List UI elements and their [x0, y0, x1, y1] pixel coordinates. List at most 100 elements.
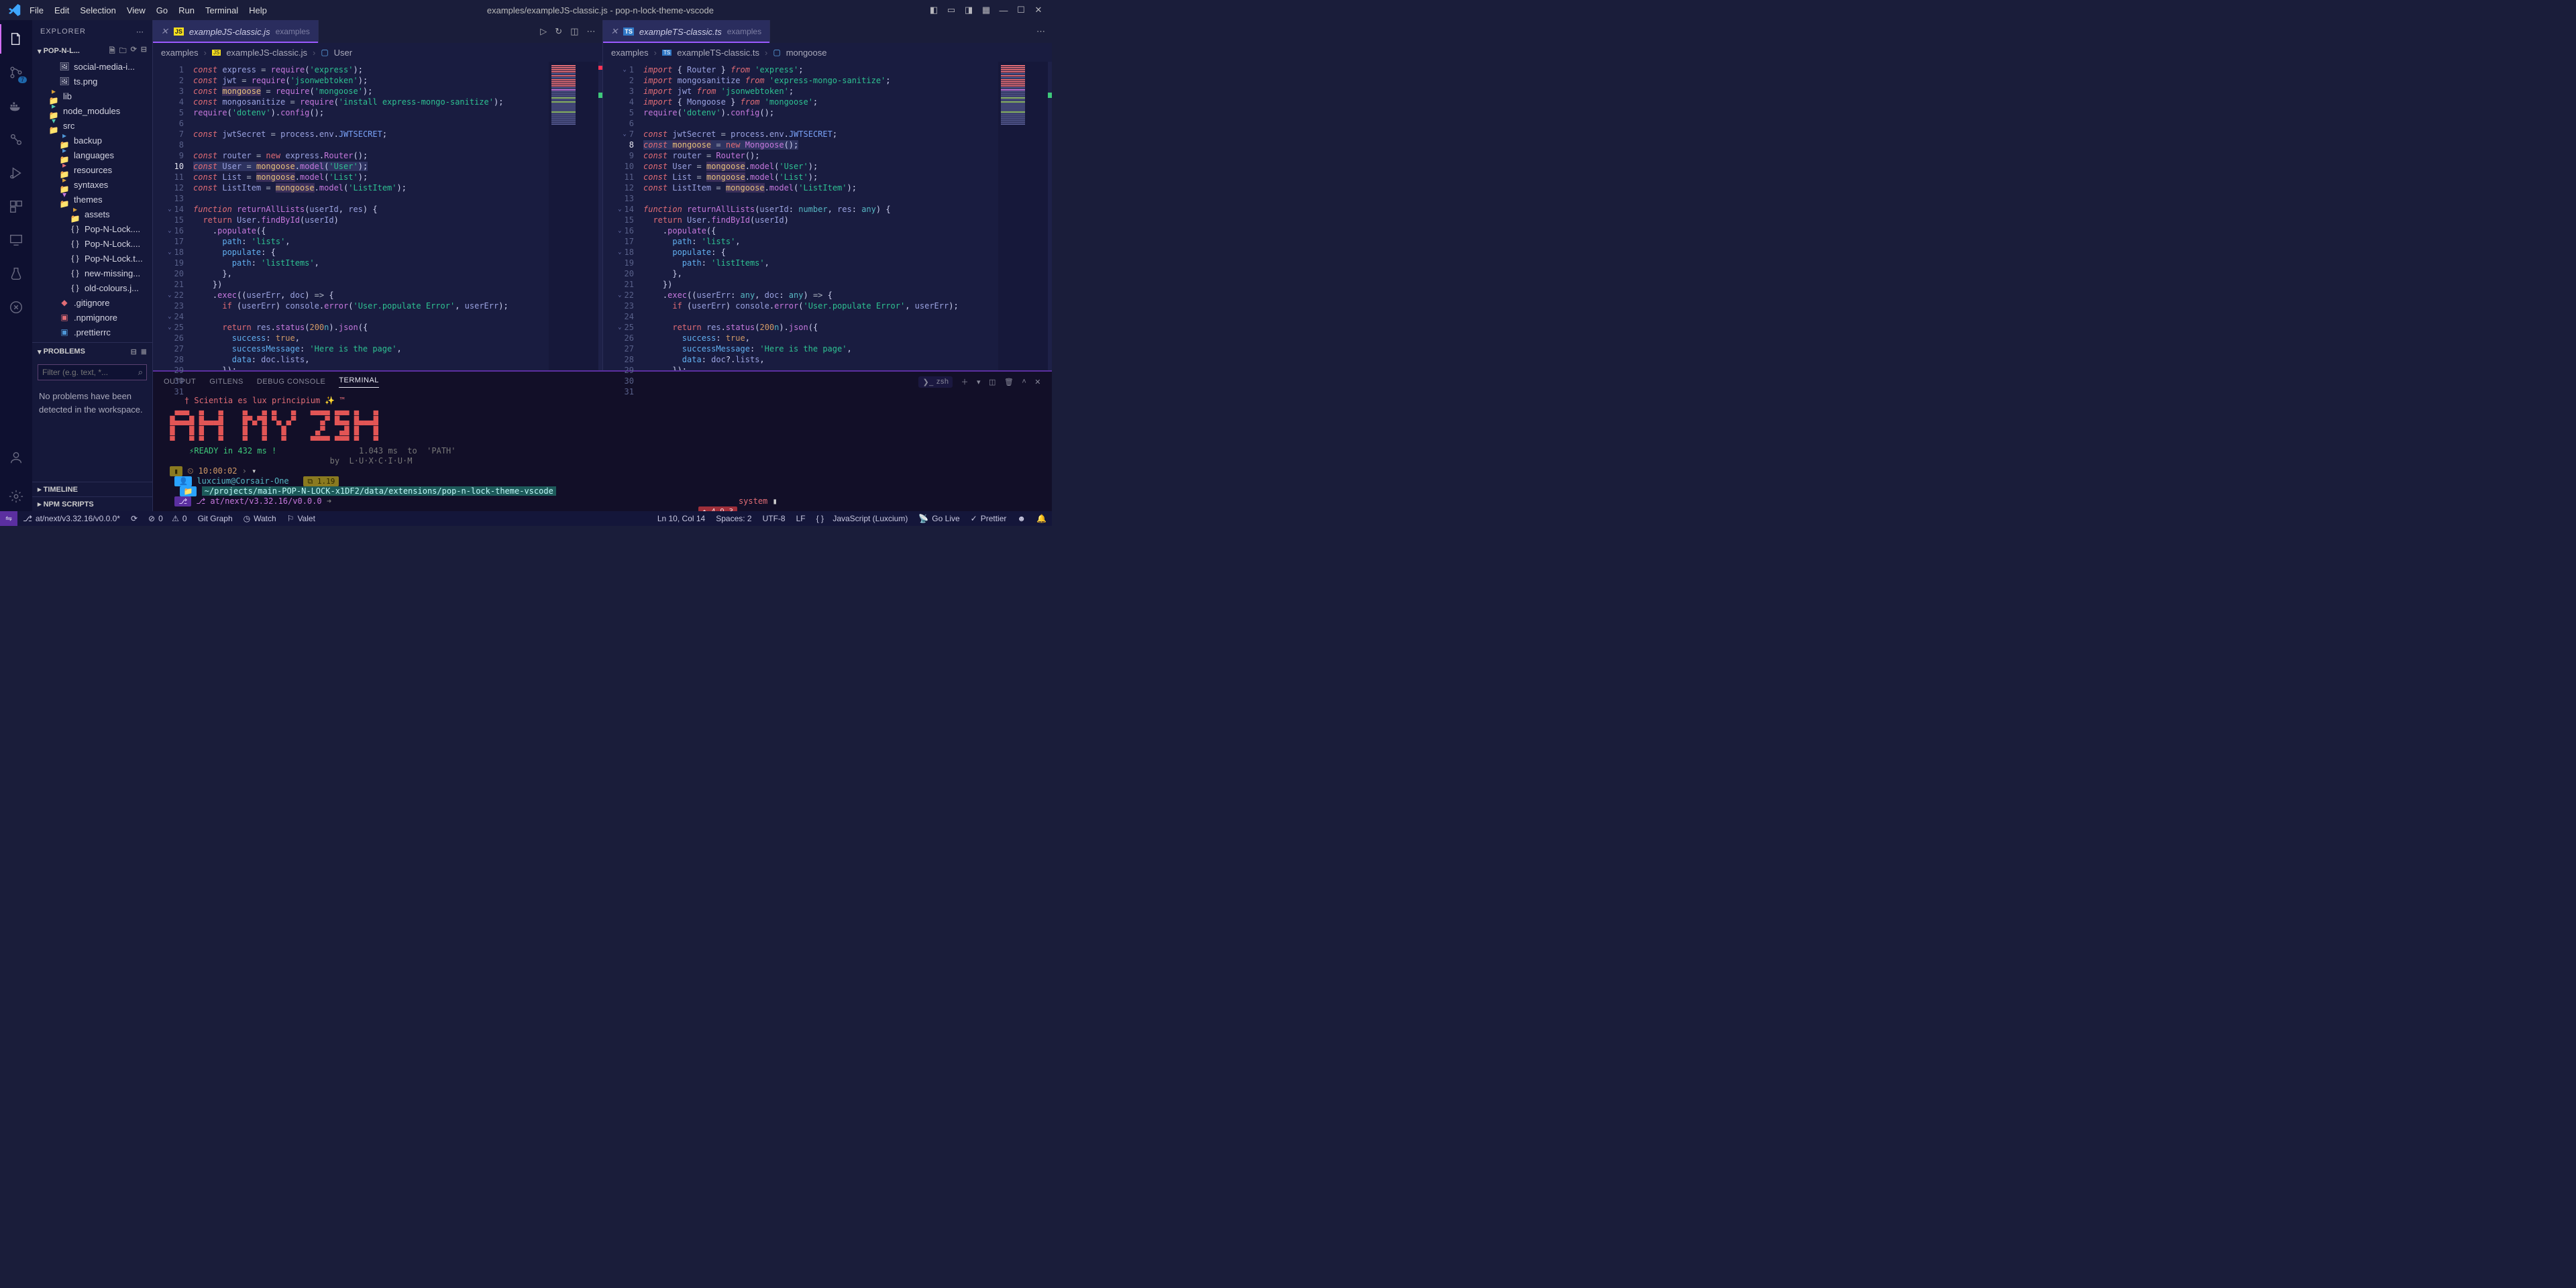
activity-settings-icon[interactable]	[0, 482, 32, 511]
new-terminal-icon[interactable]: ＋	[961, 376, 969, 387]
remote-indicator[interactable]: ⇋	[0, 511, 17, 526]
status-cursor[interactable]: Ln 10, Col 14	[652, 514, 710, 523]
layout-toggle-panel-icon[interactable]: ▭	[946, 5, 957, 15]
tree-item[interactable]: ▾ 📁src	[32, 118, 152, 133]
filter-icon[interactable]: ⌕	[138, 367, 143, 378]
tree-item[interactable]: { }old-colours.j...	[32, 280, 152, 295]
activity-docker-icon[interactable]	[0, 91, 32, 121]
new-folder-icon[interactable]: 🗀	[119, 45, 127, 58]
status-spaces[interactable]: Spaces: 2	[710, 514, 757, 523]
chevron-down-icon[interactable]: ▾	[38, 347, 42, 356]
activity-live-share-icon[interactable]	[0, 292, 32, 322]
status-sync[interactable]: ⟳	[125, 514, 143, 523]
tree-item[interactable]: ▸ 📁assets	[32, 207, 152, 221]
activity-extensions-icon[interactable]	[0, 192, 32, 221]
panel-tab-gitlens[interactable]: GITLENS	[209, 378, 244, 386]
run-icon[interactable]: ▷	[540, 26, 547, 37]
status-encoding[interactable]: UTF-8	[757, 514, 791, 523]
new-file-icon[interactable]: 🗎	[109, 45, 115, 58]
status-golive[interactable]: 📡Go Live	[913, 514, 965, 523]
explorer-more-icon[interactable]: ⋯	[136, 28, 144, 36]
split-terminal-icon[interactable]: ◫	[989, 378, 996, 386]
activity-github-actions-icon[interactable]	[0, 125, 32, 154]
status-prettier[interactable]: ✓Prettier	[965, 514, 1012, 523]
menu-selection[interactable]: Selection	[74, 5, 121, 15]
activity-remote-explorer-icon[interactable]	[0, 225, 32, 255]
tree-item[interactable]: 🖼social-media-i...	[32, 59, 152, 74]
kill-terminal-icon[interactable]: 🗑	[1004, 378, 1014, 386]
status-problems[interactable]: ⊘0 ⚠0	[143, 514, 193, 523]
menu-file[interactable]: File	[24, 5, 49, 15]
status-feedback-icon[interactable]: ☻	[1012, 514, 1031, 523]
menu-help[interactable]: Help	[244, 5, 272, 15]
refresh-icon[interactable]: ⟳	[131, 45, 137, 58]
collapse-all-icon[interactable]: ⊟	[141, 45, 147, 58]
tree-item[interactable]: ▾ 📁themes	[32, 192, 152, 207]
tree-item[interactable]: ▣.prettierrc	[32, 325, 152, 339]
branch-icon: ⎇	[23, 514, 32, 523]
tree-item[interactable]: ▣.npmignore	[32, 310, 152, 325]
collapse-icon[interactable]: ⊟	[131, 347, 137, 356]
tree-item[interactable]: ▸ 📁resources	[32, 162, 152, 177]
status-gitgraph[interactable]: Git Graph	[193, 514, 238, 523]
status-bell-icon[interactable]: 🔔	[1031, 514, 1052, 523]
close-panel-icon[interactable]: ✕	[1034, 378, 1041, 386]
menu-edit[interactable]: Edit	[49, 5, 74, 15]
status-valet[interactable]: ⚐Valet	[282, 514, 321, 523]
status-watch[interactable]: ◷Watch	[238, 514, 282, 523]
window-minimize-icon[interactable]: —	[998, 5, 1009, 15]
tree-item[interactable]: ▸ 📁syntaxes	[32, 177, 152, 192]
terminal-dropdown-icon[interactable]: ▾	[977, 378, 981, 386]
tab-close-icon[interactable]: ✕	[161, 26, 168, 37]
status-branch[interactable]: ⎇at/next/v3.32.16/v0.0.0*	[17, 514, 125, 523]
minimap-right[interactable]	[998, 62, 1052, 370]
menu-terminal[interactable]: Terminal	[200, 5, 244, 15]
problems-filter-input[interactable]	[38, 364, 147, 380]
activity-source-control-icon[interactable]: 7	[0, 58, 32, 87]
panel-tab-terminal[interactable]: TERMINAL	[339, 376, 379, 388]
split-editor-icon[interactable]: ◫	[570, 26, 578, 37]
terminal-shell-selector[interactable]: ❯_zsh	[918, 376, 953, 388]
section-npm-scripts[interactable]: ▸ NPM SCRIPTS	[32, 496, 152, 511]
breadcrumbs-left[interactable]: examples› JS exampleJS-classic.js› ▢ Use…	[153, 43, 602, 62]
breadcrumbs-right[interactable]: examples› TS exampleTS-classic.ts› ▢ mon…	[603, 43, 1052, 62]
tree-item[interactable]: ▸ 📁languages	[32, 148, 152, 162]
activity-testing-icon[interactable]	[0, 259, 32, 288]
panel-tab-debug-console[interactable]: DEBUG CONSOLE	[257, 378, 325, 386]
status-eol[interactable]: LF	[791, 514, 811, 523]
minimap-left[interactable]	[549, 62, 602, 370]
layout-toggle-primary-icon[interactable]: ◧	[928, 5, 939, 15]
debug-rerun-icon[interactable]: ↻	[555, 26, 562, 37]
menu-view[interactable]: View	[121, 5, 151, 15]
activity-account-icon[interactable]	[0, 443, 32, 472]
tab-example-js[interactable]: ✕ JS exampleJS-classic.js examples	[153, 20, 319, 43]
activity-debug-icon[interactable]	[0, 158, 32, 188]
window-close-icon[interactable]: ✕	[1033, 5, 1044, 15]
tree-item[interactable]: { }new-missing...	[32, 266, 152, 280]
terminal-content[interactable]: † Scientia es lux principium ✨ ™ ▄▄▄ ▄ ▄…	[153, 392, 1052, 511]
chevron-down-icon[interactable]: ▾	[38, 47, 42, 56]
error-icon: ⊘	[148, 514, 155, 523]
window-maximize-icon[interactable]: ☐	[1016, 5, 1026, 15]
more-actions-icon[interactable]: ⋯	[1036, 26, 1045, 37]
section-timeline[interactable]: ▸ TIMELINE	[32, 482, 152, 496]
layout-toggle-secondary-icon[interactable]: ◨	[963, 5, 974, 15]
tree-item[interactable]: ◆.gitignore	[32, 295, 152, 310]
maximize-panel-icon[interactable]: ˄	[1022, 378, 1026, 386]
menu-go[interactable]: Go	[151, 5, 173, 15]
tab-example-ts[interactable]: ✕ TS exampleTS-classic.ts examples	[603, 20, 771, 43]
tree-item[interactable]: { }Pop-N-Lock....	[32, 221, 152, 236]
tree-item[interactable]: { }Pop-N-Lock.t...	[32, 251, 152, 266]
view-as-list-icon[interactable]: ≣	[141, 347, 147, 356]
tree-item[interactable]: { }Pop-N-Lock....	[32, 236, 152, 251]
more-actions-icon[interactable]: ⋯	[587, 26, 596, 37]
tree-item[interactable]: ▸ 📁backup	[32, 133, 152, 148]
editor-pane-right: examples› TS exampleTS-classic.ts› ▢ mon…	[602, 43, 1052, 370]
menu-run[interactable]: Run	[173, 5, 200, 15]
code-left[interactable]: const express = require('express'); cons…	[189, 62, 549, 370]
status-language[interactable]: { } JavaScript (Luxcium)	[811, 514, 914, 523]
activity-explorer-icon[interactable]	[0, 24, 32, 54]
code-right[interactable]: import { Router } from 'express'; import…	[639, 62, 998, 370]
tab-close-icon[interactable]: ✕	[611, 26, 619, 37]
layout-customize-icon[interactable]: ▦	[981, 5, 991, 15]
